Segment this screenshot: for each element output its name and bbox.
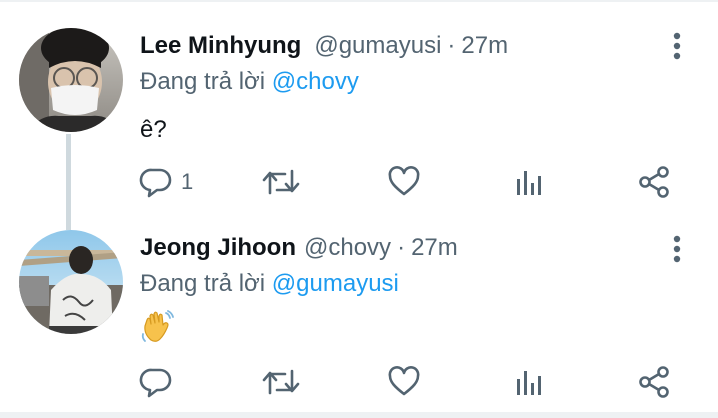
heart-icon: [388, 166, 420, 196]
tweet-chovy[interactable]: Jeong Jihoon @chovy · 27m Đang trả lời @…: [0, 212, 718, 412]
separator-dot: ·: [397, 234, 406, 261]
display-name[interactable]: Jeong Jihoon: [140, 234, 296, 262]
reply-count: 1: [181, 169, 194, 194]
like-button[interactable]: [387, 362, 421, 402]
tweet-thread: Lee Minhyung @gumayusi · 27m Đang trả lờ…: [0, 0, 718, 418]
more-options-button[interactable]: [664, 30, 690, 62]
share-icon: [639, 366, 669, 398]
reply-button[interactable]: [139, 362, 181, 402]
views-icon: [517, 171, 541, 195]
reply-mention-link[interactable]: @chovy: [272, 68, 359, 95]
display-name[interactable]: Lee Minhyung: [140, 32, 301, 60]
user-handle[interactable]: @chovy: [304, 234, 391, 262]
timestamp[interactable]: 27m: [461, 32, 508, 60]
reply-button[interactable]: 1: [139, 162, 193, 202]
retweet-button[interactable]: [261, 162, 301, 202]
tweet-header: Lee Minhyung @gumayusi · 27m: [140, 32, 508, 66]
user-handle[interactable]: @gumayusi: [314, 32, 441, 60]
like-button[interactable]: [387, 162, 421, 202]
timestamp[interactable]: 27m: [411, 234, 458, 262]
avatar[interactable]: [19, 28, 123, 132]
tweet-actions: [0, 362, 718, 402]
tweet-header: Jeong Jihoon @chovy · 27m: [140, 234, 458, 268]
views-button[interactable]: [515, 162, 545, 202]
share-icon: [639, 166, 669, 198]
more-vertical-icon: [673, 235, 681, 263]
views-button[interactable]: [515, 362, 545, 402]
share-button[interactable]: [638, 162, 670, 202]
share-button[interactable]: [638, 362, 670, 402]
tweet-gumayusi[interactable]: Lee Minhyung @gumayusi · 27m Đang trả lờ…: [0, 0, 718, 212]
separator-dot: ·: [447, 32, 456, 59]
reply-icon: [139, 368, 172, 398]
retweet-icon: [262, 369, 300, 395]
heart-icon: [388, 366, 420, 396]
avatar-photo-icon: [19, 230, 123, 334]
avatar[interactable]: [19, 230, 123, 334]
retweet-button[interactable]: [261, 362, 301, 402]
replying-to: Đang trả lời @gumayusi: [140, 270, 399, 298]
tweet-text: [140, 310, 174, 351]
tweet-text: ê?: [140, 116, 167, 143]
more-options-button[interactable]: [664, 233, 690, 265]
reply-icon: [139, 168, 172, 198]
replying-to: Đang trả lời @chovy: [140, 68, 359, 96]
replying-to-label: Đang trả lời: [140, 68, 266, 95]
views-icon: [517, 371, 541, 395]
retweet-icon: [262, 169, 300, 195]
more-vertical-icon: [673, 32, 681, 60]
reply-mention-link[interactable]: @gumayusi: [272, 270, 399, 297]
replying-to-label: Đang trả lời: [140, 270, 266, 297]
waving-hand-emoji: [141, 310, 174, 342]
avatar-photo-icon: [19, 28, 123, 132]
bottom-divider: [0, 412, 718, 418]
tweet-actions: 1: [0, 162, 718, 202]
